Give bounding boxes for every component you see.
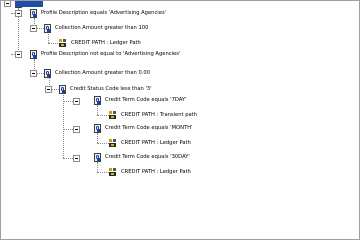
question-node-icon — [30, 50, 37, 59]
credit-path-leaf-icon — [109, 168, 117, 177]
credit-path-leaf-icon — [109, 111, 117, 120]
question-node-icon — [94, 96, 101, 105]
tree-node-label[interactable]: CREDIT PATH : Ledger Path — [71, 40, 141, 47]
tree-line — [97, 133, 98, 143]
question-node-icon — [44, 24, 51, 33]
tree-node-label[interactable]: Credit Term Code equals '30DAY' — [105, 154, 190, 161]
tree-line — [63, 158, 73, 159]
tree-node-label[interactable]: Credit Status Code less than '3' — [70, 86, 152, 93]
credit-path-leaf-icon — [109, 139, 117, 148]
tree-node-label[interactable]: Collection Amount greater than 100 — [55, 25, 148, 32]
tree-line — [97, 162, 98, 172]
collapse-toggle-root[interactable] — [4, 1, 11, 7]
tree-node-label[interactable]: Profile Description equals 'Advertising … — [41, 10, 166, 17]
collapse-toggle[interactable] — [73, 98, 80, 105]
question-node-icon — [30, 9, 37, 18]
tree-node-label[interactable]: CREDIT PATH : Ledger Path — [121, 169, 191, 176]
tree-node-label[interactable]: CREDIT PATH : Ledger Path — [121, 140, 191, 147]
collapse-toggle[interactable] — [15, 10, 22, 17]
tree-line — [97, 105, 98, 115]
question-node-icon — [94, 153, 101, 162]
tree-node-label[interactable]: Collection Amount greater than 0.00 — [55, 70, 150, 77]
collapse-toggle[interactable] — [15, 51, 22, 58]
tree-line — [63, 101, 73, 102]
tree-node-label[interactable]: Credit Term Code equals 'MONTH' — [105, 125, 193, 132]
collapse-toggle[interactable] — [73, 126, 80, 133]
collapse-toggle[interactable] — [45, 86, 52, 93]
root-node-selected[interactable] — [15, 1, 43, 7]
collapse-toggle[interactable] — [30, 70, 37, 77]
tree-line — [97, 143, 109, 144]
collapse-toggle[interactable] — [73, 155, 80, 162]
question-node-icon — [59, 85, 66, 94]
question-node-icon — [44, 69, 51, 78]
tree-node-label[interactable]: Credit Term Code equals '7DAY' — [105, 97, 187, 104]
collapse-toggle[interactable] — [30, 25, 37, 32]
question-node-icon — [94, 124, 101, 133]
tree-node-label[interactable]: Profile Description not equal to 'Advert… — [41, 51, 180, 58]
tree-line — [97, 172, 109, 173]
tree-line — [97, 115, 109, 116]
tree-view[interactable]: Profile Description equals 'Advertising … — [0, 0, 360, 240]
tree-line — [63, 129, 73, 130]
tree-node-label[interactable]: CREDIT PATH : Transient path — [121, 112, 197, 119]
credit-path-leaf-icon — [59, 39, 67, 48]
